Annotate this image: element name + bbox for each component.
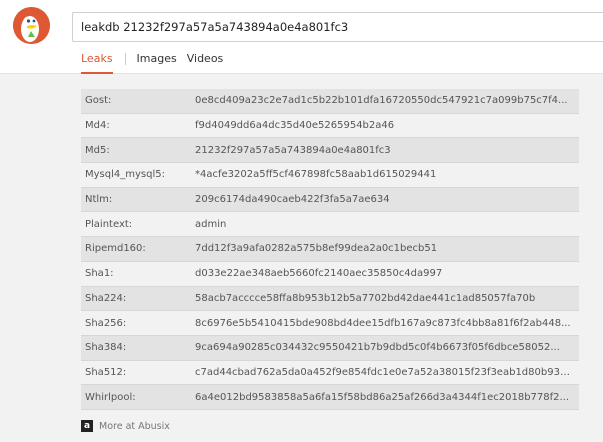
hash-value: 209c6174da490caeb422f3fa5a7ae634	[195, 194, 390, 206]
hash-type: Sha256:	[85, 317, 127, 329]
hash-type: Sha224:	[85, 292, 127, 304]
abusix-logo-icon: a	[81, 420, 93, 432]
duckduckgo-logo-icon[interactable]	[13, 7, 50, 44]
hash-type: Gost:	[85, 95, 112, 107]
hash-type: Whirlpool:	[85, 391, 136, 403]
hash-type: Sha384:	[85, 342, 127, 354]
table-row: Sha512: c7ad44cbad762a5da0a452f9e854fdc1e…	[81, 360, 579, 386]
more-at-abusix-link[interactable]: a More at Abusix	[81, 420, 170, 432]
table-row: Md4: f9d4049dd6a4dc35d40e5265954b2a46	[81, 113, 579, 139]
hash-value: 8c6976e5b5410415bde908bd4dee15dfb167a9c8…	[195, 317, 571, 329]
search-box[interactable]	[72, 12, 603, 42]
leak-results-table: Gost: 0e8cd409a23c2e7ad1c5b22b101dfa16720…	[81, 89, 579, 410]
hash-value: c7ad44cbad762a5da0a452f9e854fdc1e0e7a52a…	[195, 366, 576, 378]
tab-divider	[124, 53, 126, 65]
tab-videos[interactable]: Videos	[187, 52, 224, 70]
hash-value: *4acfe3202a5ff5cf467898fc58aab1d61502944…	[195, 169, 437, 181]
hash-value: d033e22ae348aeb5660fc2140aec35850c4da997	[195, 268, 443, 280]
table-row: Sha384: 9ca694a90285c034432c9550421b7b9db…	[81, 335, 579, 361]
results-tabs: Leaks Images Videos	[81, 52, 223, 74]
table-row: Sha224: 58acb7acccce58ffa8b953b12b5a7702b…	[81, 286, 579, 312]
hash-type: Sha1:	[85, 268, 114, 280]
table-row: Ntlm: 209c6174da490caeb422f3fa5a7ae634	[81, 187, 579, 213]
table-row: Md5: 21232f297a57a5a743894a0e4a801fc3	[81, 138, 579, 164]
table-row: Sha256: 8c6976e5b5410415bde908bd4dee15dfb…	[81, 311, 579, 336]
hash-value: 7dd12f3a9afa0282a575b8ef99dea2a0c1becb51	[195, 243, 438, 255]
table-row: Gost: 0e8cd409a23c2e7ad1c5b22b101dfa16720…	[81, 89, 579, 114]
hash-value: 9ca694a90285c034432c9550421b7b9dbd5c0f4b…	[195, 342, 560, 354]
hash-value: 0e8cd409a23c2e7ad1c5b22b101dfa16720550dc…	[195, 95, 568, 107]
hash-value: admin	[195, 218, 227, 230]
search-input[interactable]	[73, 13, 603, 41]
hash-type: Mysql4_mysql5:	[85, 169, 165, 181]
hash-type: Ntlm:	[85, 194, 113, 206]
table-row: Mysql4_mysql5: *4acfe3202a5ff5cf467898fc5…	[81, 163, 579, 188]
hash-value: f9d4049dd6a4dc35d40e5265954b2a46	[195, 120, 395, 132]
header-bar: Leaks Images Videos	[0, 0, 603, 74]
table-row: Ripemd160: 7dd12f3a9afa0282a575b8ef99dea2…	[81, 237, 579, 262]
hash-value: 58acb7acccce58ffa8b953b12b5a7702bd42dae4…	[195, 292, 536, 304]
hash-type: Sha512:	[85, 366, 127, 378]
hash-value: 21232f297a57a5a743894a0e4a801fc3	[195, 144, 391, 156]
hash-type: Md4:	[85, 120, 110, 132]
hash-type: Md5:	[85, 144, 110, 156]
table-row: Whirlpool: 6a4e012bd9583858a5a6fa15f58bd8…	[81, 385, 579, 410]
more-at-abusix-label[interactable]: More at Abusix	[99, 421, 170, 432]
tab-leaks[interactable]: Leaks	[81, 52, 113, 74]
hash-type: Ripemd160:	[85, 243, 146, 255]
table-row: Plaintext: admin	[81, 212, 579, 238]
table-row: Sha1: d033e22ae348aeb5660fc2140aec35850c4…	[81, 261, 579, 287]
hash-value: 6a4e012bd9583858a5a6fa15f58bd86a25af266d…	[195, 391, 570, 403]
hash-type: Plaintext:	[85, 218, 133, 230]
tab-images[interactable]: Images	[137, 52, 177, 70]
